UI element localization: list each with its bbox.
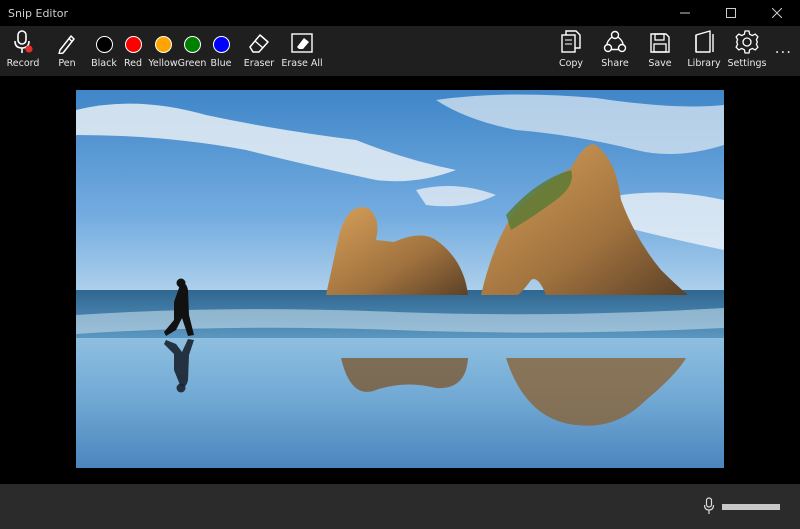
- pen-label: Pen: [58, 58, 76, 69]
- toolbar: Record Pen Black Red Yellow Green Blue E…: [0, 26, 800, 76]
- eraser-button[interactable]: Eraser: [242, 26, 276, 76]
- floppy-icon: [650, 33, 670, 53]
- microphone-icon: [14, 30, 33, 53]
- save-label: Save: [648, 58, 672, 69]
- settings-label: Settings: [727, 58, 767, 69]
- copy-button[interactable]: Copy: [556, 26, 586, 76]
- close-icon: [772, 8, 782, 18]
- snip-image[interactable]: [76, 90, 724, 468]
- save-button[interactable]: Save: [646, 26, 674, 76]
- color-red-label: Red: [123, 58, 143, 69]
- color-swatch-black: [95, 36, 113, 53]
- color-green-button[interactable]: Green: [178, 26, 206, 76]
- color-swatch-red: [124, 36, 142, 53]
- record-button[interactable]: Record: [4, 26, 42, 76]
- window-title: Snip Editor: [8, 6, 69, 20]
- maximize-button[interactable]: [708, 0, 754, 26]
- more-options-button[interactable]: ...: [775, 39, 792, 57]
- copy-icon: [561, 30, 581, 53]
- share-label: Share: [601, 58, 629, 69]
- color-black-button[interactable]: Black: [90, 26, 118, 76]
- snip-canvas[interactable]: [0, 76, 800, 484]
- library-button[interactable]: Library: [686, 26, 722, 76]
- color-red-button[interactable]: Red: [120, 26, 146, 76]
- title-bar: Snip Editor: [0, 0, 800, 26]
- close-button[interactable]: [754, 0, 800, 26]
- copy-label: Copy: [558, 58, 584, 69]
- maximize-icon: [726, 8, 736, 18]
- color-blue-label: Blue: [210, 58, 232, 69]
- color-swatch-blue: [212, 36, 230, 53]
- volume-slider-fill: [722, 504, 780, 510]
- minimize-icon: [680, 12, 690, 14]
- pen-button[interactable]: Pen: [51, 26, 83, 76]
- library-label: Library: [687, 58, 721, 69]
- erase-all-label: Erase All: [281, 58, 323, 69]
- minimize-button[interactable]: [662, 0, 708, 26]
- share-button[interactable]: Share: [598, 26, 632, 76]
- erase-all-icon: [291, 33, 313, 53]
- color-swatch-yellow: [154, 36, 172, 53]
- settings-button[interactable]: Settings: [728, 26, 766, 76]
- color-green-label: Green: [177, 58, 207, 69]
- books-icon: [695, 30, 714, 53]
- pen-icon: [58, 35, 75, 54]
- gear-icon: [735, 30, 759, 54]
- color-black-label: Black: [91, 58, 117, 69]
- share-icon: [603, 30, 627, 53]
- volume-slider[interactable]: [722, 504, 780, 510]
- color-blue-button[interactable]: Blue: [208, 26, 234, 76]
- color-swatch-green: [183, 36, 201, 53]
- audio-input-icon: [703, 497, 715, 519]
- eraser-label: Eraser: [243, 58, 275, 69]
- color-yellow-button[interactable]: Yellow: [148, 26, 178, 76]
- eraser-icon: [249, 34, 269, 53]
- beach-photo: [76, 90, 724, 468]
- color-yellow-label: Yellow: [148, 58, 178, 69]
- erase-all-button[interactable]: Erase All: [281, 26, 323, 76]
- record-label: Record: [6, 58, 40, 69]
- status-bar: [0, 484, 800, 529]
